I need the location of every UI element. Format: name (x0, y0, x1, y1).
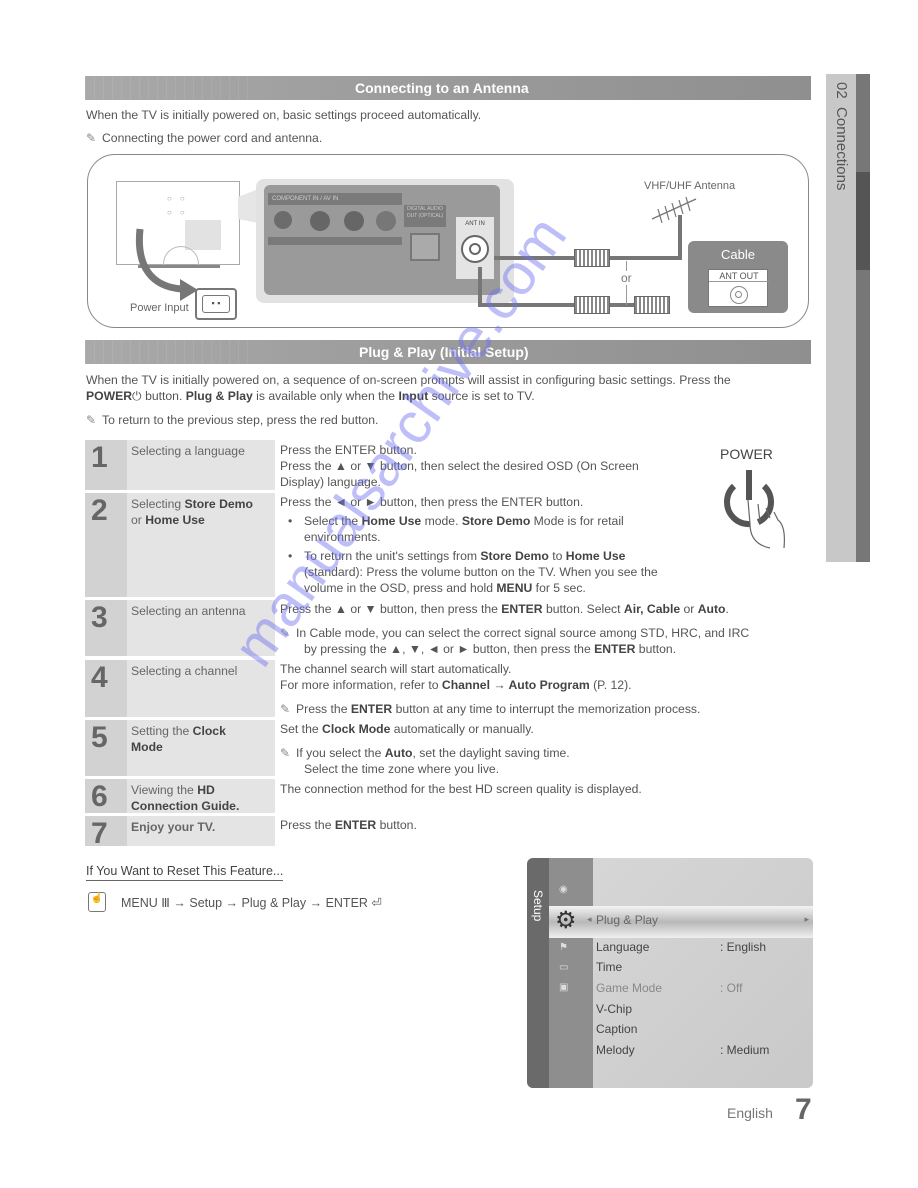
plug-play-note: ✎ To return to the previous step, press t… (86, 413, 379, 427)
power-button-icon (724, 470, 785, 549)
coax-connector (574, 249, 610, 267)
section-title: Plug & Play (Initial Setup) (359, 344, 529, 360)
step-title: Setting the Clock Mode (131, 724, 226, 754)
section-header-antenna: Connecting to an Antenna (85, 76, 811, 100)
step-row-3: 3 Selecting an antenna (85, 600, 275, 656)
arrow-icon (135, 228, 198, 301)
power-input-label: Power Input (130, 302, 189, 314)
step-row-1: 1 Selecting a language (85, 440, 275, 490)
note-pencil-icon: ✎ (280, 626, 291, 640)
support-icon: ▣ (559, 982, 569, 993)
tv-setup-menu-screenshot: Setup ◉ ⚙ ◂ Plug & Play ▸ ⚑ ▭ ▣ Language… (527, 858, 813, 1088)
hand-pointer-icon: ☝ (88, 892, 106, 912)
step-4-description: The channel search will start automatica… (280, 662, 701, 716)
vhf-uhf-antenna-label: VHF/UHF Antenna (644, 180, 736, 192)
step-number: 1 (91, 441, 108, 474)
step-row-7: 7 Enjoy your TV. (85, 816, 275, 850)
component-in-label: COMPONENT IN / AV IN (268, 193, 402, 205)
menu-item-time: Time (596, 960, 623, 974)
cable-line (478, 303, 574, 307)
ant-in-port: ANT IN (456, 217, 494, 279)
step-2-description: Press the ◄ or ► button, then press the … (280, 495, 658, 595)
application-icon: ▭ (559, 962, 569, 973)
picture-icon: ◉ (559, 884, 568, 895)
step-number: 7 (91, 817, 108, 850)
antenna-icon (651, 196, 697, 224)
step-number: 2 (91, 494, 108, 527)
step-row-6: 6 Viewing the HD Connection Guide. (85, 779, 275, 813)
step-number: 5 (91, 721, 108, 754)
section-title: Connecting to an Antenna (355, 80, 529, 96)
power-icon: ⏻ (132, 389, 142, 403)
enter-icon: ⏎ (367, 896, 382, 910)
menu-item-caption: Caption (596, 1022, 638, 1036)
right-arrow-icon: ▸ (804, 914, 809, 924)
step-title: Enjoy your TV. (131, 820, 216, 834)
gear-icon: ⚙ (555, 907, 577, 934)
menu-item-melody: Melody (596, 1043, 635, 1057)
step-title: Selecting Store Demo or Home Use (131, 497, 253, 527)
step-1-description: Press the ENTER button. Press the ▲ or ▼… (280, 443, 639, 489)
step-row-5: 5 Setting the Clock Mode (85, 720, 275, 776)
step-title: Selecting an antenna (131, 604, 246, 618)
note-pencil-icon: ✎ (86, 413, 97, 427)
note-pencil-icon: ✎ (280, 746, 291, 760)
antenna-cable (494, 256, 574, 260)
menu-item-v-chip: V-Chip (596, 1002, 633, 1016)
power-button-label: POWER (720, 446, 773, 462)
step-row-4: 4 Selecting a channel (85, 660, 275, 717)
antenna-note: ✎ Connecting the power cord and antenna. (86, 131, 323, 145)
note-pencil-icon: ✎ (86, 131, 97, 145)
chapter-label: 02 Connections (833, 82, 850, 190)
coax-connector (634, 296, 670, 314)
step-3-description: Press the ▲ or ▼ button, then press the … (280, 602, 750, 656)
rear-panel-illustration: COMPONENT IN / AV IN DIGITAL AUDIO OUT (… (256, 179, 514, 303)
menu-icon: Ⅲ (157, 896, 170, 910)
menu-tab-setup: Setup (531, 890, 545, 922)
chapter-side-tab: 02 Connections (826, 74, 870, 562)
cable-box: Cable ANT OUT (688, 241, 788, 313)
menu-value-language: : English (720, 940, 767, 954)
step-number: 6 (91, 780, 108, 813)
step-title: Selecting a language (131, 444, 245, 458)
menu-value-melody: : Medium (720, 1043, 770, 1057)
antenna-intro: When the TV is initially powered on, bas… (86, 108, 482, 122)
coax-connector (574, 296, 610, 314)
input-icon: ⚑ (559, 942, 568, 953)
menu-value-game-mode: : Off (720, 981, 743, 995)
step-number: 3 (91, 601, 108, 634)
ant-out-port: ANT OUT (708, 269, 769, 307)
note-pencil-icon: ✎ (280, 702, 291, 716)
step-title: Viewing the HD Connection Guide. (131, 783, 240, 813)
step-7-description: Press the ENTER button. (280, 818, 417, 832)
plug-play-intro: When the TV is initially powered on, a s… (86, 373, 731, 403)
page-number: 7 (795, 1093, 812, 1126)
or-label: or (621, 271, 632, 285)
cable-label: Cable (721, 247, 755, 262)
optical-port (410, 233, 440, 261)
reset-menu-path: MENU Ⅲ → Setup → Plug & Play → ENTER ⏎ (121, 896, 382, 910)
step-number: 4 (91, 661, 108, 694)
step-row-2: 2 Selecting Store Demo or Home Use (85, 493, 275, 597)
footer-language: English (727, 1105, 773, 1121)
menu-item-game-mode: Game Mode (596, 981, 663, 995)
step-title: Selecting a channel (131, 664, 238, 678)
chapter-number: 02 (833, 82, 850, 99)
step-5-description: Set the Clock Mode automatically or manu… (280, 722, 570, 776)
chapter-title: Connections (833, 107, 850, 191)
step-6-description: The connection method for the best HD sc… (280, 782, 642, 796)
power-socket-icon: ▪ ▪ (195, 288, 237, 320)
left-arrow-icon: ◂ (587, 914, 592, 924)
digital-audio-label: DIGITAL AUDIO OUT (OPTICAL) (404, 205, 446, 227)
menu-item-plug-play: Plug & Play (596, 913, 659, 927)
section-header-plug-play: Plug & Play (Initial Setup) (85, 340, 811, 364)
reset-heading: If You Want to Reset This Feature... (86, 864, 284, 881)
menu-item-language: Language (596, 940, 650, 954)
antenna-connection-diagram: ○○ ○○ Power Input ▪ ▪ COMPONENT IN / AV … (87, 154, 809, 328)
